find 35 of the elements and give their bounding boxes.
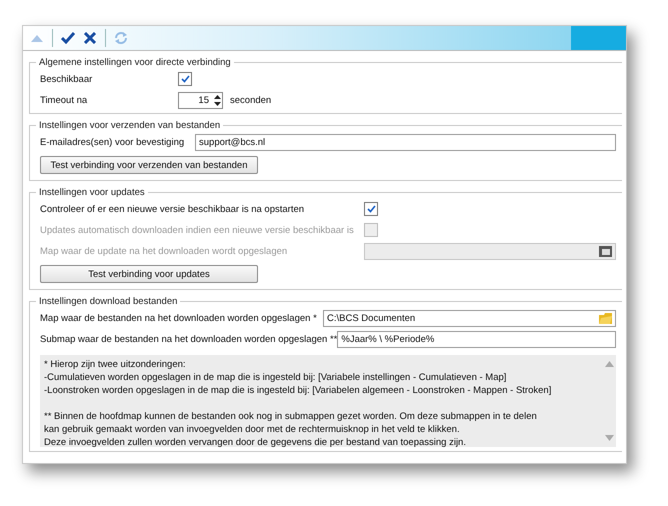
group-title: Instellingen download bestanden — [38, 296, 178, 307]
group-title: Instellingen voor verzenden van bestanden — [38, 120, 222, 131]
field-label: E-mailadres(sen) voor bevestiging — [40, 136, 186, 148]
note-line: kan gebruik gemaakt worden van invoegvelden door met de rechtermuisknop in het veld te klikken. — [44, 423, 460, 436]
spin-arrows-icon[interactable] — [213, 94, 222, 106]
field-label: Beschikbaar — [40, 74, 94, 84]
note-line: Deze invoegvelden zullen worden vervangen door de gegevens die per bestand van toepassing zijn. — [44, 436, 466, 449]
checkbox[interactable] — [178, 72, 192, 86]
close-icon — [84, 32, 96, 44]
toolbar-accent — [571, 26, 626, 50]
note-line: * Hierop zijn twee uitzonderingen: — [44, 358, 186, 371]
number-spinner[interactable]: 15 — [178, 92, 223, 108]
test-connection-button[interactable]: Test verbinding voor updates — [40, 265, 258, 283]
checkmark-icon — [61, 32, 75, 44]
field-label: Map waar de bestanden na het downloaden worden opgeslagen * — [40, 312, 318, 324]
up-arrow-icon — [31, 34, 43, 42]
checkbox[interactable] — [364, 202, 378, 216]
refresh-icon — [114, 31, 128, 45]
input-field[interactable]: support@bcs.nl — [195, 134, 616, 150]
input-field[interactable]: %Jaar% \ %Periode% — [337, 330, 616, 348]
note-line: -Cumulatieven worden opgeslagen in de map die is ingesteld bij: [Variabele instellingen - Cumulatieven - Map] — [44, 371, 506, 384]
unit-label: seconden — [230, 94, 272, 106]
field-label: Submap waar de bestanden na het downloaden worden opgeslagen ** — [40, 334, 338, 344]
checkmark-icon — [366, 205, 376, 213]
checkmark-icon — [180, 75, 190, 83]
field-label: Map waar de update na het downloaden wordt opgeslagen — [40, 246, 288, 256]
note-line: ** Binnen de hoofdmap kunnen de bestanden ook nog in submappen gezet worden. Om deze submappen in te delen — [44, 410, 537, 423]
field-label: Updates automatisch downloaden indien een nieuwe versie beschikbaar is — [40, 224, 355, 236]
group-title: Algemene instellingen voor directe verbinding — [38, 57, 232, 68]
field-label: Controleer of er een nieuwe versie beschikbaar is na opstarten — [40, 204, 306, 214]
field-label: Timeout na — [40, 94, 88, 106]
group-title: Instellingen voor updates — [38, 187, 146, 198]
note-line: -Loonstroken worden opgeslagen in de map die is ingesteld bij: [Variabelen algemeen - Loonstroken - Mappen - Stroken] — [44, 384, 552, 397]
input-field[interactable]: C:\BCS Documenten — [323, 310, 616, 326]
test-connection-button[interactable]: Test verbinding voor verzenden van bestanden — [40, 156, 258, 174]
